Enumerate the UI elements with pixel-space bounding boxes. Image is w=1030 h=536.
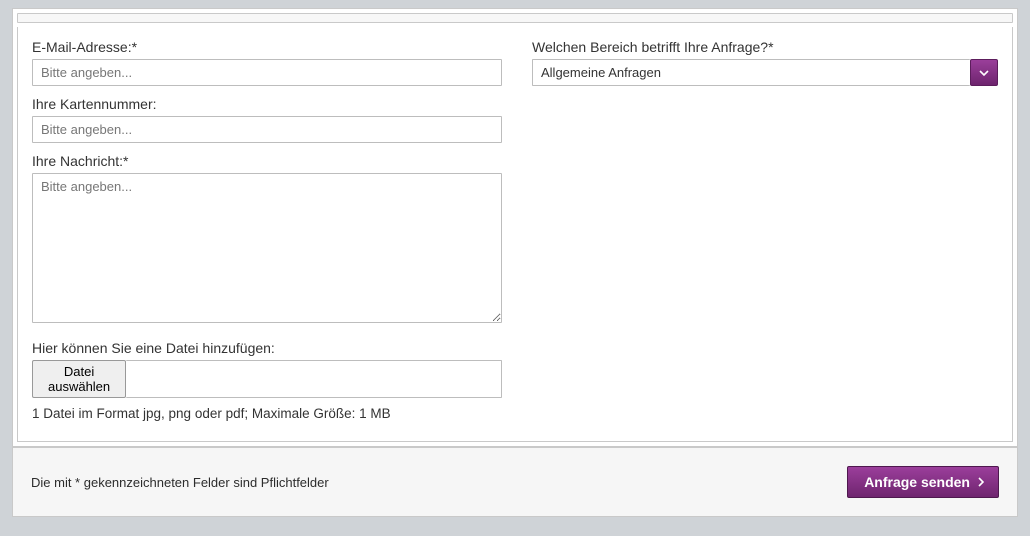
required-note: Die mit * gekennzeichneten Felder sind P… xyxy=(31,475,329,490)
area-label: Welchen Bereich betrifft Ihre Anfrage?* xyxy=(532,39,998,55)
file-hint: 1 Datei im Format jpg, png oder pdf; Max… xyxy=(32,406,502,421)
message-label: Ihre Nachricht:* xyxy=(32,153,502,169)
email-label: E-Mail-Adresse:* xyxy=(32,39,502,55)
cardnumber-field[interactable] xyxy=(32,116,502,143)
area-select[interactable]: Allgemeine Anfragen xyxy=(532,59,998,86)
message-field[interactable] xyxy=(32,173,502,323)
chevron-down-icon xyxy=(979,65,989,81)
form-body: E-Mail-Adresse:* Ihre Kartennummer: Ihre… xyxy=(17,27,1013,442)
form-panel: E-Mail-Adresse:* Ihre Kartennummer: Ihre… xyxy=(12,8,1018,447)
file-choose-button[interactable]: Datei auswählen xyxy=(32,360,126,398)
chevron-right-icon xyxy=(978,474,984,490)
form-footer: Die mit * gekennzeichneten Felder sind P… xyxy=(12,447,1018,517)
header-stub xyxy=(17,13,1013,23)
email-field[interactable] xyxy=(32,59,502,86)
submit-button-label: Anfrage senden xyxy=(864,474,970,490)
area-select-value: Allgemeine Anfragen xyxy=(532,59,970,86)
submit-button[interactable]: Anfrage senden xyxy=(847,466,999,498)
area-select-toggle[interactable] xyxy=(970,59,998,86)
file-label: Hier können Sie eine Datei hinzufügen: xyxy=(32,340,502,356)
file-name-display xyxy=(126,360,502,398)
cardnumber-label: Ihre Kartennummer: xyxy=(32,96,502,112)
